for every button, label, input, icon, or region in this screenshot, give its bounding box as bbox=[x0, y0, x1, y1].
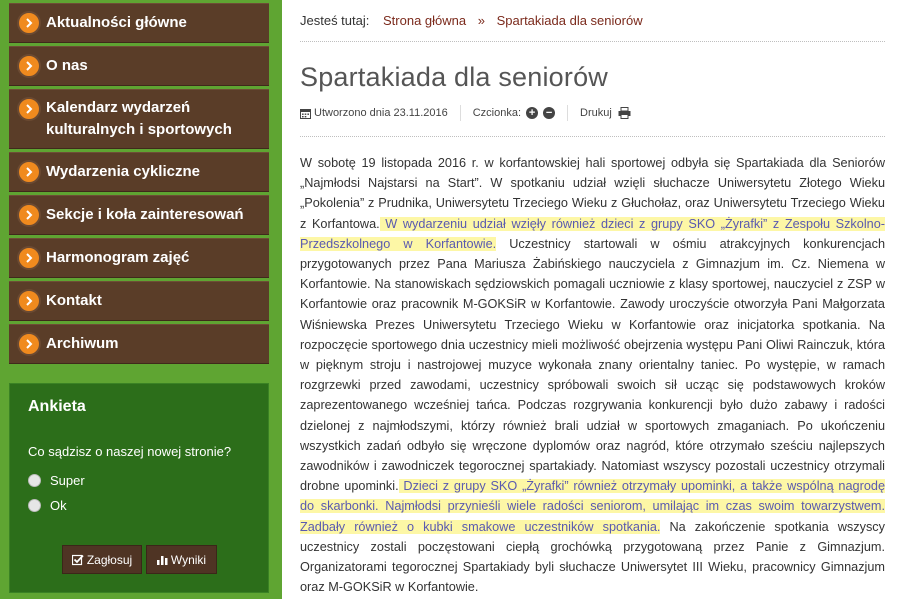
menu-item-label: Kalendarz wydarzeń kulturalnych i sporto… bbox=[46, 99, 232, 138]
menu-item-o-nas[interactable]: O nas bbox=[9, 46, 269, 86]
meta-divider bbox=[459, 105, 461, 121]
menu-item-label: O nas bbox=[46, 57, 88, 74]
breadcrumb-current-link[interactable]: Spartakiada dla seniorów bbox=[497, 13, 643, 28]
breadcrumb: Jesteś tutaj: Strona główna » Spartakiad… bbox=[300, 13, 643, 28]
poll-option-super[interactable]: Super bbox=[28, 473, 85, 488]
menu-item-wydarzenia-cykliczne[interactable]: Wydarzenia cykliczne bbox=[9, 152, 269, 192]
vote-button[interactable]: Zagłosuj bbox=[62, 545, 142, 574]
bar-chart-icon bbox=[156, 554, 168, 565]
main-content: Jesteś tutaj: Strona główna » Spartakiad… bbox=[282, 0, 913, 599]
menu-item-label: Archiwum bbox=[46, 335, 119, 352]
menu-item-label: Wydarzenia cykliczne bbox=[46, 163, 200, 180]
chevron-right-icon bbox=[17, 203, 41, 227]
divider bbox=[300, 41, 885, 42]
breadcrumb-home-link[interactable]: Strona główna bbox=[383, 13, 466, 28]
poll-title: Ankieta bbox=[28, 398, 86, 415]
poll-option-ok[interactable]: Ok bbox=[28, 498, 67, 513]
printer-icon bbox=[618, 107, 631, 119]
calendar-icon bbox=[300, 108, 311, 119]
vote-button-label: Zagłosuj bbox=[86, 552, 133, 567]
chevron-right-icon bbox=[17, 289, 41, 313]
article-body: W sobotę 19 listopada 2016 r. w korfanto… bbox=[300, 153, 885, 597]
chevron-right-icon bbox=[17, 246, 41, 270]
menu-item-label: Kontakt bbox=[46, 292, 102, 309]
menu-item-sekcje[interactable]: Sekcje i koła zainteresowań bbox=[9, 195, 269, 235]
results-button-label: Wyniki bbox=[170, 552, 207, 567]
radio-button[interactable] bbox=[28, 499, 41, 512]
results-button[interactable]: Wyniki bbox=[146, 545, 217, 574]
checkbox-check-icon bbox=[71, 554, 84, 566]
menu-item-harmonogram[interactable]: Harmonogram zajęć bbox=[9, 238, 269, 278]
poll-widget: Ankieta Co sądzisz o naszej nowej stroni… bbox=[9, 383, 269, 593]
chevron-right-icon bbox=[17, 97, 41, 121]
chevron-right-icon bbox=[17, 160, 41, 184]
font-size-controls: Czcionka: + − bbox=[472, 107, 556, 119]
menu-item-aktualnosci[interactable]: Aktualności główne bbox=[9, 3, 269, 43]
menu-item-label: Sekcje i koła zainteresowań bbox=[46, 206, 244, 223]
minus-icon[interactable]: − bbox=[543, 107, 556, 119]
print-label: Drukuj bbox=[580, 107, 612, 119]
font-size-label: Czcionka: bbox=[472, 107, 522, 119]
menu-item-label: Harmonogram zajęć bbox=[46, 249, 190, 266]
menu-item-kalendarz[interactable]: Kalendarz wydarzeń kulturalnych i sporto… bbox=[9, 89, 269, 149]
article-created: Utworzono dnia 23.11.2016 bbox=[300, 107, 448, 119]
page-title: Spartakiada dla seniorów bbox=[300, 62, 608, 92]
divider bbox=[300, 136, 885, 137]
menu-item-archiwum[interactable]: Archiwum bbox=[9, 324, 269, 364]
menu-item-label: Aktualności główne bbox=[46, 14, 187, 31]
breadcrumb-separator: » bbox=[477, 13, 485, 28]
article-meta: Utworzono dnia 23.11.2016 Czcionka: + − … bbox=[300, 105, 631, 121]
print-button[interactable]: Drukuj bbox=[580, 107, 631, 119]
plus-icon[interactable]: + bbox=[526, 107, 539, 119]
poll-option-label: Ok bbox=[50, 498, 67, 513]
article-text: Uczestnicy startowali w ośmiu atrakcyjny… bbox=[300, 236, 885, 494]
chevron-right-icon bbox=[17, 332, 41, 356]
breadcrumb-prefix: Jesteś tutaj: bbox=[300, 13, 370, 28]
poll-question: Co sądzisz o naszej nowej stronie? bbox=[28, 444, 232, 459]
radio-button[interactable] bbox=[28, 474, 41, 487]
chevron-right-icon bbox=[17, 54, 41, 78]
created-date: Utworzono dnia 23.11.2016 bbox=[314, 107, 448, 119]
poll-option-label: Super bbox=[50, 473, 85, 488]
meta-divider bbox=[567, 105, 569, 121]
chevron-right-icon bbox=[17, 11, 41, 35]
menu-item-kontakt[interactable]: Kontakt bbox=[9, 281, 269, 321]
sidebar: Aktualności główne O nas Kalendarz wydar… bbox=[0, 0, 272, 599]
